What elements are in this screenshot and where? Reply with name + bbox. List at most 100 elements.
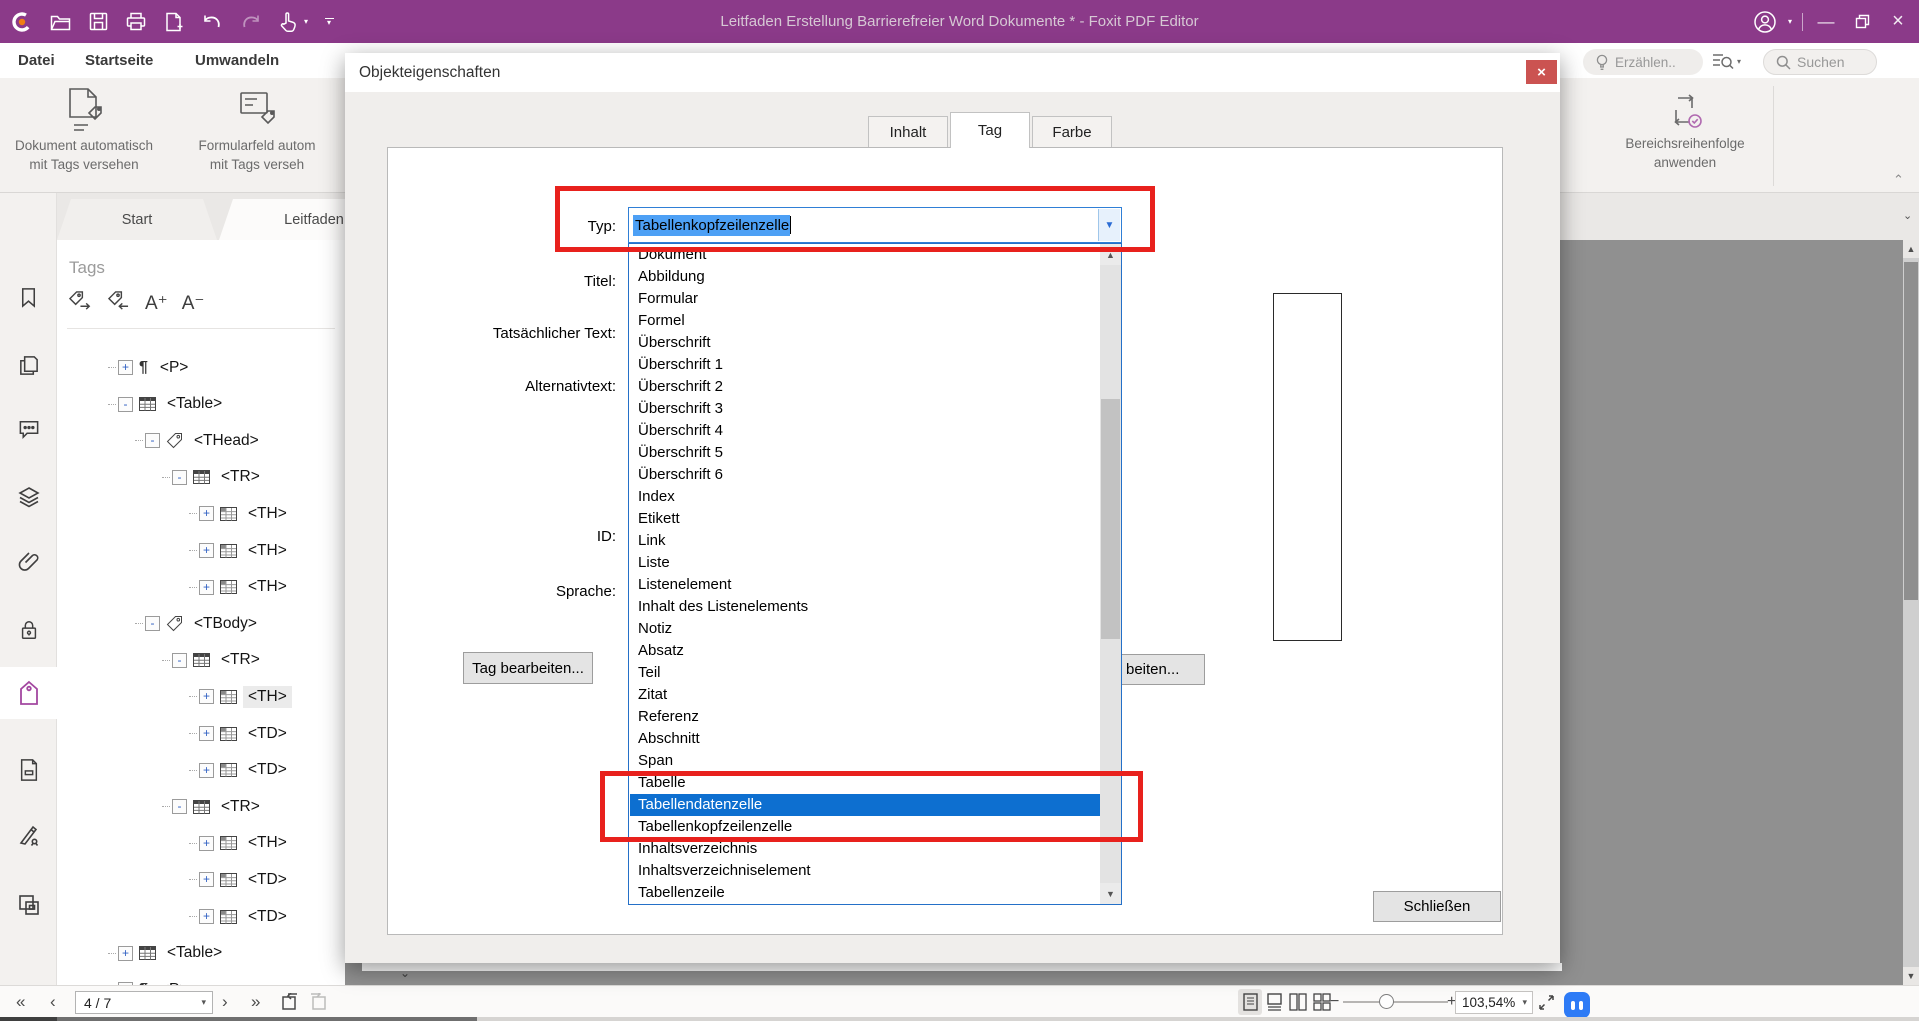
list-scroll-down-icon[interactable]: ▼ (1100, 883, 1121, 904)
expand-toggle[interactable]: + (199, 763, 214, 778)
tree-node-label[interactable]: <TR> (216, 649, 265, 671)
tree-node-label[interactable]: <P> (155, 357, 193, 379)
zoom-dropdown-icon[interactable]: ▾ (1522, 997, 1532, 1008)
list-item[interactable]: Abschnitt (630, 728, 1100, 750)
tree-row[interactable]: -<TR> (162, 459, 265, 496)
list-item[interactable]: Formel (630, 310, 1100, 332)
next-view-button[interactable] (308, 986, 328, 1018)
tree-row[interactable]: +<TH> (189, 495, 292, 532)
zoom-slider-track[interactable] (1343, 1001, 1448, 1003)
tab-startseite[interactable]: Startseite (85, 43, 153, 78)
expand-toggle[interactable]: + (199, 909, 214, 924)
tree-row[interactable]: +<TD> (189, 715, 292, 752)
tree-node-label[interactable]: <TH> (243, 576, 292, 598)
list-item[interactable]: Zitat (630, 684, 1100, 706)
list-item[interactable]: Überschrift 4 (630, 420, 1100, 442)
tree-node-label[interactable]: <THead> (189, 430, 264, 452)
list-item[interactable]: Formular (630, 288, 1100, 310)
hand-tool-icon[interactable] (276, 10, 300, 34)
tree-row[interactable]: -<TBody> (135, 605, 262, 642)
tree-row[interactable]: + <TD> (189, 898, 292, 935)
sidebar-item-security[interactable] (0, 604, 57, 656)
facing-view-button[interactable] (1286, 989, 1310, 1015)
expand-toggle[interactable]: + (118, 946, 133, 961)
list-item[interactable]: Referenz (630, 706, 1100, 728)
tree-row[interactable]: +<TD> (189, 861, 292, 898)
tree-node-label[interactable]: <TH> (243, 686, 292, 708)
hand-tool-dropdown[interactable]: ▾ (304, 17, 308, 26)
advanced-search-icon[interactable]: ▾ (1712, 51, 1741, 71)
previous-page-button[interactable]: ‹ (50, 986, 56, 1018)
first-page-button[interactable]: « (16, 986, 25, 1018)
expand-toggle[interactable]: + (199, 580, 214, 595)
expand-toggle[interactable]: - (145, 433, 160, 448)
list-item[interactable]: Index (630, 486, 1100, 508)
sidebar-item-content[interactable] (0, 744, 57, 796)
search-box[interactable]: Suchen (1763, 49, 1877, 75)
scroll-up-arrow[interactable]: ▲ (1903, 240, 1919, 258)
expand-toggle[interactable]: + (118, 360, 133, 375)
tree-row[interactable]: +<Table> (108, 935, 227, 972)
autotag-formfield-button[interactable]: Formularfeld autom mit Tags verseh (162, 84, 352, 174)
list-item[interactable]: Inhaltsverzeichniselement (630, 860, 1100, 882)
tree-row[interactable]: +¶<P> (108, 971, 193, 985)
list-item[interactable]: Notiz (630, 618, 1100, 640)
open-file-icon[interactable] (48, 10, 72, 34)
tree-node-label[interactable]: <TD> (243, 906, 292, 928)
sidebar-item-bookmarks[interactable] (0, 271, 57, 323)
tab-datei[interactable]: Datei (18, 43, 55, 78)
autotag-document-button[interactable]: Dokument automatisch mit Tags versehen (8, 84, 160, 174)
tree-row[interactable]: +<TH> (189, 825, 292, 862)
sidebar-item-tags[interactable] (0, 667, 57, 719)
tree-row[interactable]: - <THead> (135, 422, 264, 459)
tree-row[interactable]: + <TH> (189, 569, 292, 606)
list-item[interactable]: Überschrift 5 (630, 442, 1100, 464)
account-icon[interactable] (1752, 8, 1778, 36)
expand-toggle[interactable]: - (145, 616, 160, 631)
next-page-button[interactable]: › (222, 986, 228, 1018)
dialog-tab-farbe[interactable]: Farbe (1032, 116, 1112, 148)
expand-toggle[interactable]: + (199, 543, 214, 558)
list-item[interactable]: Tabelle (630, 772, 1100, 794)
typ-combobox[interactable]: Tabellenkopfzeilenzelle ▼ (628, 207, 1122, 243)
customize-toolbar-icon[interactable]: ▾ (322, 10, 336, 34)
scroll-down-indicator-icon[interactable]: ⌄ (400, 966, 410, 980)
doc-tab-start[interactable]: Start (57, 199, 217, 240)
next-tag-icon[interactable] (67, 290, 92, 316)
list-item[interactable]: Inhaltsverzeichnis (630, 838, 1100, 860)
list-item[interactable]: Überschrift 1 (630, 354, 1100, 376)
dialog-tab-inhalt[interactable]: Inhalt (868, 116, 948, 148)
print-icon[interactable] (124, 10, 148, 34)
list-item[interactable]: Überschrift 2 (630, 376, 1100, 398)
tree-row[interactable]: - <TR> (162, 642, 265, 679)
sidebar-item-comments[interactable] (0, 402, 57, 454)
tab-umwandeln[interactable]: Umwandeln (195, 43, 279, 78)
list-item[interactable]: Teil (630, 662, 1100, 684)
expand-toggle[interactable]: + (199, 506, 214, 521)
undo-icon[interactable] (200, 10, 224, 34)
expand-toggle[interactable]: - (172, 799, 187, 814)
tell-me-box[interactable]: Erzählen.. (1583, 49, 1703, 75)
list-item[interactable]: Überschrift 6 (630, 464, 1100, 486)
list-item[interactable]: Abbildung (630, 266, 1100, 288)
tree-node-label[interactable]: <TH> (243, 540, 292, 562)
continuous-view-button[interactable] (1262, 989, 1286, 1015)
tree-row[interactable]: + <TH> (189, 678, 292, 715)
restore-button[interactable] (1849, 8, 1875, 36)
tree-node-label[interactable]: <TD> (243, 759, 292, 781)
list-item[interactable]: Überschrift 3 (630, 398, 1100, 420)
tree-row[interactable]: + <TH> (189, 532, 292, 569)
list-item[interactable]: Link (630, 530, 1100, 552)
close-window-button[interactable]: × (1885, 8, 1911, 36)
minimize-button[interactable]: — (1813, 8, 1839, 36)
expand-toggle[interactable]: - (118, 397, 133, 412)
expand-toggle[interactable]: - (172, 653, 187, 668)
apply-region-order-button[interactable]: Bereichsreihenfolge anwenden (1605, 88, 1765, 172)
scroll-down-arrow[interactable]: ▼ (1903, 967, 1919, 985)
fullscreen-button[interactable] (1538, 986, 1555, 1018)
tree-node-label[interactable]: <TH> (243, 832, 292, 854)
previous-view-button[interactable] (280, 986, 300, 1018)
tree-node-label[interactable]: <TD> (243, 869, 292, 891)
list-scrollbar[interactable]: ▲ ▼ (1100, 244, 1121, 904)
expand-toggle[interactable]: + (199, 689, 214, 704)
